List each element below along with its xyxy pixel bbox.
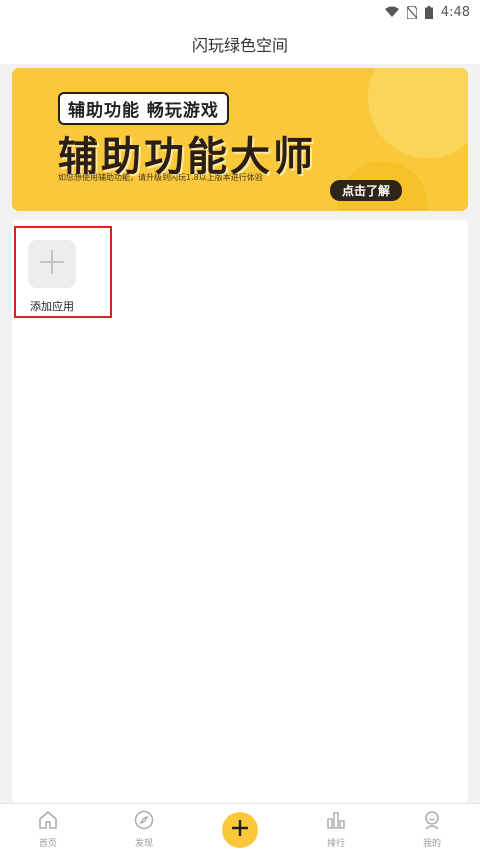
header: 闪玩绿色空间 [0, 24, 480, 64]
status-bar: 4:48 [0, 0, 480, 24]
no-sim-icon [406, 5, 417, 19]
add-app-button[interactable] [28, 240, 76, 288]
nav-home-label: 首页 [38, 839, 57, 849]
nav-discover-label: 发现 [134, 839, 153, 849]
banner-decoration [368, 68, 468, 158]
add-center-button[interactable] [222, 811, 258, 848]
user-icon [422, 810, 442, 834]
nav-mine[interactable]: 我的 [384, 804, 480, 855]
add-app-label: 添加应用 [30, 300, 74, 313]
plus-icon [39, 249, 65, 279]
wifi-icon [384, 6, 399, 18]
plus-icon [231, 819, 249, 841]
nav-ranking[interactable]: 排行 [288, 804, 384, 855]
banner-subtitle: 如您想使用辅助功能，请升级到闪玩1.8以上版本进行体验 [58, 173, 263, 182]
nav-ranking-label: 排行 [326, 839, 345, 849]
banner-tagline: 辅助功能 畅玩游戏 [58, 92, 229, 125]
battery-icon [424, 5, 433, 19]
status-time: 4:48 [440, 4, 470, 20]
learn-more-button[interactable]: 点击了解 [330, 180, 403, 201]
status-icons: 4:48 [384, 3, 470, 21]
nav-mine-label: 我的 [422, 839, 441, 849]
nav-home[interactable]: 首页 [0, 804, 96, 855]
nav-add[interactable] [192, 804, 288, 855]
promo-banner[interactable]: 辅助功能 畅玩游戏 辅助功能大师 如您想使用辅助功能，请升级到闪玩1.8以上版本… [12, 68, 468, 211]
bar-chart-icon [326, 810, 346, 834]
page-title: 闪玩绿色空间 [191, 36, 288, 55]
nav-discover[interactable]: 发现 [96, 804, 192, 855]
bottom-nav: 首页 发现 排行 我的 [0, 803, 480, 855]
add-app-tile[interactable]: 添加应用 [14, 226, 112, 318]
compass-icon [134, 810, 154, 834]
home-icon [38, 810, 58, 834]
